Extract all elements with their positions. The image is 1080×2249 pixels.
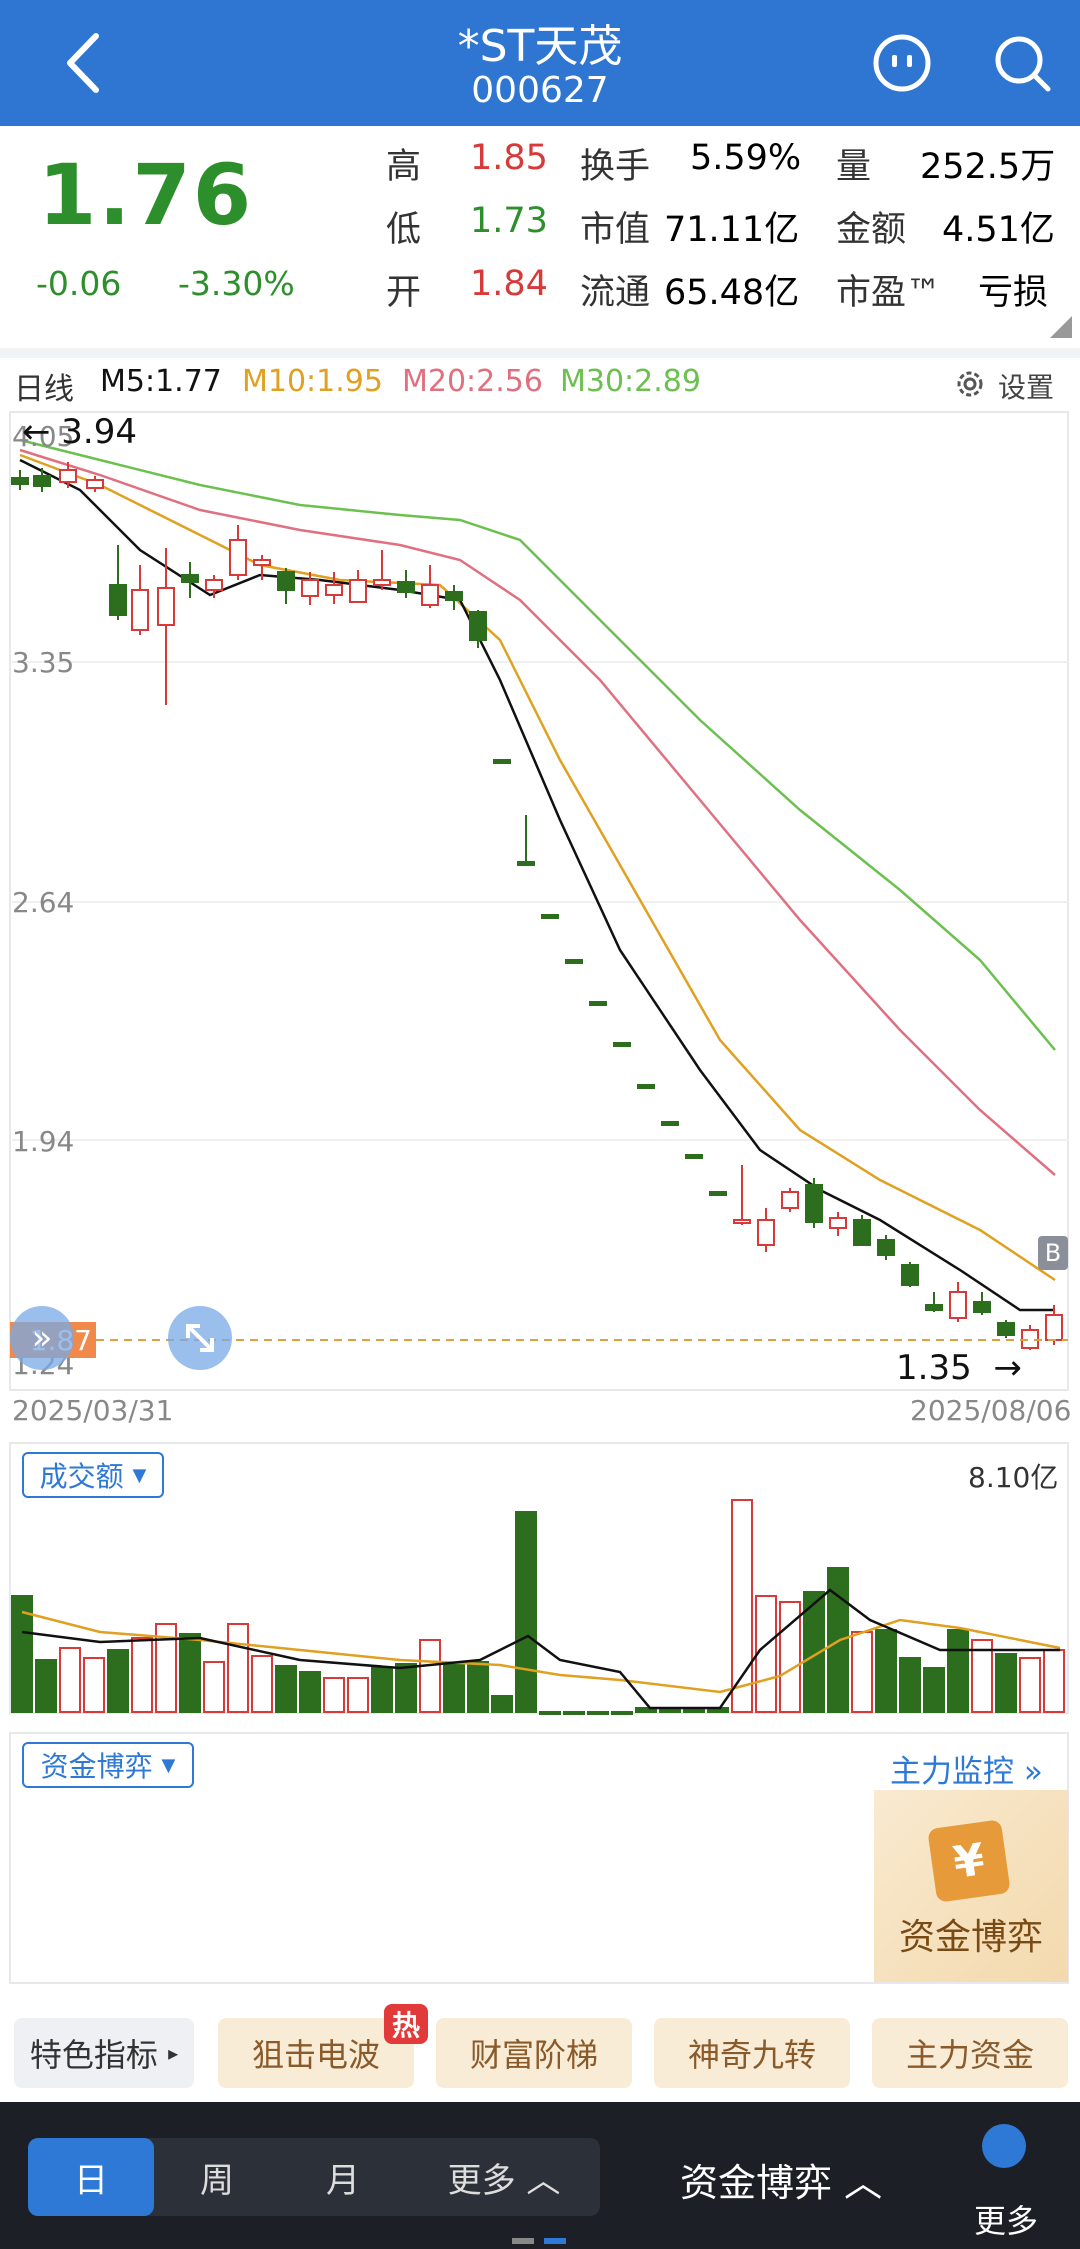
collapse-chevron-icon[interactable]: »: [10, 1306, 74, 1370]
end-date: 2025/08/06: [910, 1394, 1072, 1427]
tab-more-label: 更多: [447, 2160, 516, 2201]
kline-gridlines: [12, 661, 1068, 1141]
fund-promo-card[interactable]: ¥ 资金博弈: [874, 1790, 1068, 1982]
y-tick-2: 3.35: [12, 646, 75, 679]
volume-selector[interactable]: 成交额 ▼: [22, 1452, 164, 1498]
indicator-wealth-ladder[interactable]: 财富阶梯: [436, 2018, 632, 2088]
more-menu-icon[interactable]: [982, 2124, 1026, 2168]
fullscreen-icon[interactable]: [168, 1306, 232, 1370]
volume-selector-label: 成交额: [39, 1460, 124, 1493]
tab-month[interactable]: 月: [280, 2138, 406, 2216]
y-tick-3: 2.64: [12, 886, 75, 919]
monitor-link[interactable]: 主力监控 »: [890, 1746, 1043, 1791]
fund-toggle[interactable]: 资金博弈 ︿: [680, 2152, 882, 2207]
volume-max-label: 8.10亿: [968, 1461, 1059, 1494]
ma10-line: [19, 453, 1056, 1282]
page-indicator-active: [544, 2238, 566, 2244]
fund-selector[interactable]: 资金博弈 ▼: [22, 1742, 194, 1788]
volume-bars: [11, 1499, 1065, 1715]
high-marker: ← 3.94: [22, 412, 137, 452]
monitor-link-label: 主力监控: [890, 1754, 1014, 1790]
fullscreen-arrows-icon: [186, 1324, 214, 1352]
indicators-title-label: 特色指标: [29, 2036, 158, 2074]
yuan-coin-icon: ¥: [927, 1819, 1011, 1903]
more-button[interactable]: 更多: [974, 2196, 1038, 2242]
buy-marker-badge: B: [1038, 1236, 1068, 1270]
fund-selector-label: 资金博弈: [40, 1750, 153, 1783]
fund-toggle-label: 资金博弈: [680, 2161, 833, 2205]
double-chevron-icon: »: [1023, 1754, 1043, 1790]
high-marker-value: 3.94: [61, 412, 137, 452]
chevron-up-icon: ︿: [844, 2161, 883, 2205]
tab-day[interactable]: 日: [28, 2138, 154, 2216]
tab-more[interactable]: 更多 ︿: [408, 2138, 600, 2216]
candlesticks: [11, 462, 1063, 1350]
period-segmented-control: 日 周 月 更多 ︿: [28, 2138, 600, 2216]
bottom-toolbar: 日 周 月 更多 ︿ 资金博弈 ︿ 更多: [0, 2102, 1080, 2249]
ma30-line: [19, 438, 1056, 1051]
start-date: 2025/03/31: [12, 1394, 174, 1427]
tab-week[interactable]: 周: [154, 2138, 280, 2216]
chevron-up-icon: ︿: [526, 2160, 561, 2201]
indicator-main-fund[interactable]: 主力资金: [872, 2018, 1068, 2088]
low-marker: 1.35 →: [896, 1348, 1022, 1388]
caret-right-icon: ▸: [168, 2041, 179, 2065]
low-marker-value: 1.35: [896, 1348, 972, 1388]
dropdown-icon: ▼: [161, 1754, 176, 1776]
y-tick-4: 1.94: [12, 1125, 75, 1158]
page-indicator-inactive: [512, 2238, 534, 2244]
hot-badge: 热: [384, 2004, 428, 2044]
ma5-line: [19, 458, 1055, 1312]
indicators-title[interactable]: 特色指标 ▸: [14, 2018, 194, 2088]
fund-card-label: 资金博弈: [898, 1917, 1043, 1958]
dropdown-icon: ▼: [132, 1464, 147, 1486]
indicator-magic-nine[interactable]: 神奇九转: [654, 2018, 850, 2088]
